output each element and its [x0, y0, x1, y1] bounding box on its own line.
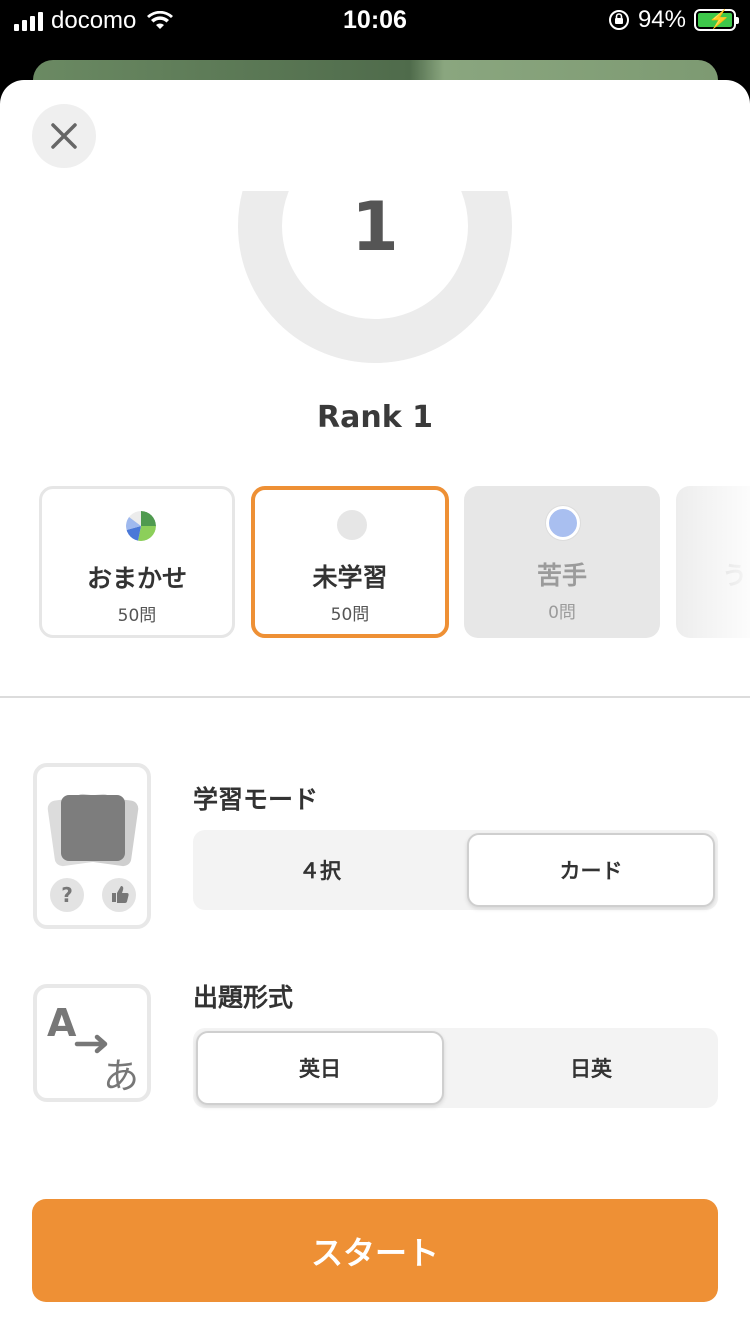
- unlearned-dot-icon: [337, 510, 367, 540]
- category-count: 50問: [117, 606, 157, 626]
- rank-label: Rank 1: [317, 400, 433, 435]
- mode-option-card[interactable]: カード: [467, 833, 715, 907]
- pie-chart-icon: [126, 511, 156, 541]
- study-settings-sheet: 1 Rank 1 おまかせ 50問 未学習 50問 苦手 0問 う: [0, 80, 750, 1334]
- question-format-control: 英日 日英: [193, 1028, 718, 1108]
- battery-percent: 94%: [637, 6, 686, 33]
- question-format-title: 出題形式: [193, 983, 294, 1012]
- category-selector: おまかせ 50問 未学習 50問 苦手 0問 う: [0, 486, 750, 646]
- rank-number: 1: [351, 188, 399, 267]
- svg-text:?: ?: [61, 883, 73, 907]
- icon-letter-from: A: [47, 1001, 77, 1045]
- format-option-en-ja[interactable]: 英日: [196, 1031, 444, 1105]
- icon-letter-to: あ: [103, 1056, 139, 1097]
- close-button[interactable]: [32, 104, 96, 168]
- divider: [0, 696, 750, 698]
- category-count: 0問: [548, 603, 576, 623]
- mode-option-four-choice[interactable]: ４択: [196, 833, 444, 907]
- category-name: おまかせ: [86, 564, 187, 593]
- scroll-fade: [670, 486, 750, 646]
- weak-dot-icon: [546, 506, 580, 540]
- study-mode-control: ４択 カード: [193, 830, 718, 910]
- start-button[interactable]: スタート: [32, 1199, 718, 1302]
- study-mode-title: 学習モード: [193, 785, 319, 814]
- orientation-lock-icon: [608, 10, 629, 30]
- category-omakase[interactable]: おまかせ 50問: [39, 486, 235, 638]
- format-option-ja-en[interactable]: 日英: [467, 1031, 715, 1105]
- status-right: 94% ⚡: [608, 6, 739, 34]
- status-bar: docomo 10:06 94% ⚡: [0, 0, 750, 40]
- battery-icon: ⚡: [694, 9, 739, 31]
- close-icon: [51, 123, 77, 149]
- category-unlearned[interactable]: 未学習 50問: [251, 486, 449, 638]
- category-count: 50問: [330, 605, 370, 625]
- translation-direction-icon: A あ: [33, 984, 151, 1102]
- category-name: 未学習: [312, 563, 388, 592]
- category-name: 苦手: [536, 561, 587, 590]
- category-weak[interactable]: 苦手 0問: [464, 486, 660, 638]
- card-mode-icon: ?: [33, 763, 151, 929]
